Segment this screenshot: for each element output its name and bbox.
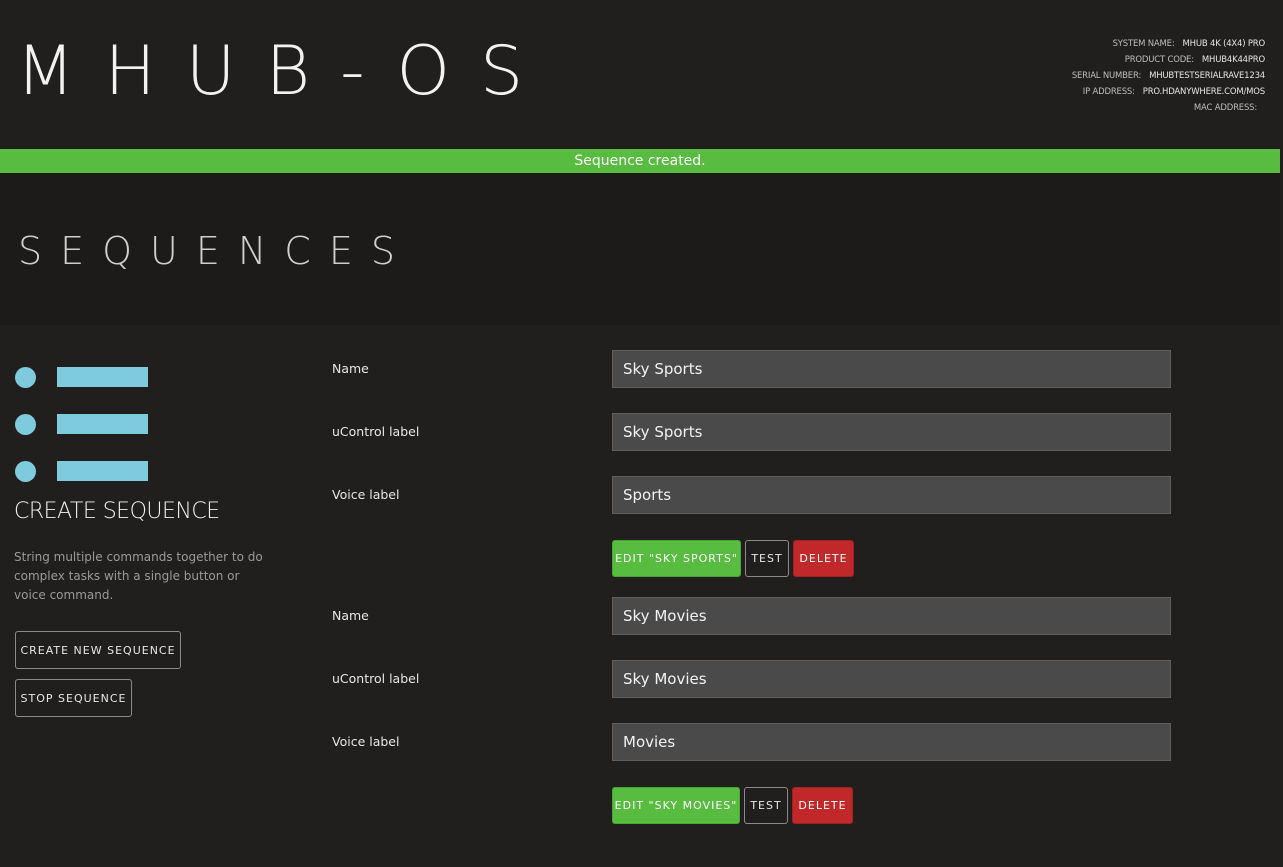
- system-info-value: MHUB4K44PRO: [1201, 55, 1265, 65]
- system-info-row: PRODUCT CODE: MHUB4K44PRO: [1072, 52, 1265, 68]
- test-sequence-button[interactable]: TEST: [744, 787, 788, 824]
- system-info-key: MAC ADDRESS:: [1193, 103, 1257, 113]
- system-info-row: IP ADDRESS: PRO.HDANYWHERE.COM/MOS: [1072, 84, 1265, 100]
- stop-sequence-button[interactable]: STOP SEQUENCE: [15, 679, 132, 717]
- create-sequence-title: CREATE SEQUENCE: [14, 499, 220, 524]
- system-info-value: MHUB 4K (4X4) PRO: [1182, 39, 1266, 49]
- list-bar-icon: [57, 367, 148, 387]
- main-content: CREATE SEQUENCE String multiple commands…: [0, 325, 1283, 867]
- system-info-row: SYSTEM NAME: MHUB 4K (4X4) PRO: [1072, 36, 1266, 52]
- edit-sequence-button[interactable]: EDIT "SKY SPORTS": [612, 540, 741, 577]
- system-info-value: MHUBTESTSERIALRAVE1234: [1149, 71, 1265, 81]
- bullet-dot-icon: [15, 367, 36, 388]
- system-info-key: IP ADDRESS:: [1082, 87, 1135, 97]
- sequence-name-input[interactable]: [612, 350, 1171, 388]
- page-title: SEQUENCES: [18, 229, 413, 273]
- system-info-key: PRODUCT CODE:: [1124, 55, 1194, 65]
- voice-label-input[interactable]: [612, 723, 1171, 761]
- name-label: Name: [332, 608, 369, 623]
- delete-sequence-button[interactable]: DELETE: [793, 540, 854, 577]
- system-info-value: PRO.HDANYWHERE.COM/MOS: [1142, 87, 1265, 97]
- ucontrol-label: uControl label: [332, 671, 420, 686]
- create-new-sequence-button[interactable]: CREATE NEW SEQUENCE: [15, 631, 181, 669]
- system-info-row: SERIAL NUMBER: MHUBTESTSERIALRAVE1234: [1072, 68, 1265, 84]
- bullet-dot-icon: [15, 461, 36, 482]
- create-sequence-description: String multiple commands together to do …: [14, 550, 263, 602]
- system-info-key: SYSTEM NAME:: [1112, 39, 1175, 49]
- test-sequence-button[interactable]: TEST: [745, 540, 789, 577]
- page-header: SEQUENCES: [0, 173, 1280, 325]
- top-header: MHUB-OS SYSTEM NAME: MHUB 4K (4X4) PRO PR…: [0, 0, 1283, 149]
- system-info-row: MAC ADDRESS:: [1072, 100, 1265, 116]
- list-illustration-row: [15, 366, 155, 388]
- sequence-name-input[interactable]: [612, 597, 1171, 635]
- brand-logo: MHUB-OS: [16, 32, 554, 111]
- list-illustration-row: [15, 413, 155, 435]
- list-illustration-row: [15, 460, 155, 482]
- system-info-key: SERIAL NUMBER:: [1071, 71, 1142, 81]
- system-info: SYSTEM NAME: MHUB 4K (4X4) PRO PRODUCT CO…: [1072, 36, 1265, 116]
- voice-label: Voice label: [332, 487, 400, 502]
- voice-label: Voice label: [332, 734, 400, 749]
- success-banner: Sequence created.: [0, 149, 1280, 173]
- list-bar-icon: [57, 461, 148, 481]
- voice-label-input[interactable]: [612, 476, 1171, 514]
- edit-sequence-button[interactable]: EDIT "SKY MOVIES": [612, 787, 740, 824]
- bullet-dot-icon: [15, 414, 36, 435]
- list-bar-icon: [57, 414, 148, 434]
- delete-sequence-button[interactable]: DELETE: [792, 787, 853, 824]
- name-label: Name: [332, 361, 369, 376]
- ucontrol-label-input[interactable]: [612, 413, 1171, 451]
- ucontrol-label-input[interactable]: [612, 660, 1171, 698]
- ucontrol-label: uControl label: [332, 424, 420, 439]
